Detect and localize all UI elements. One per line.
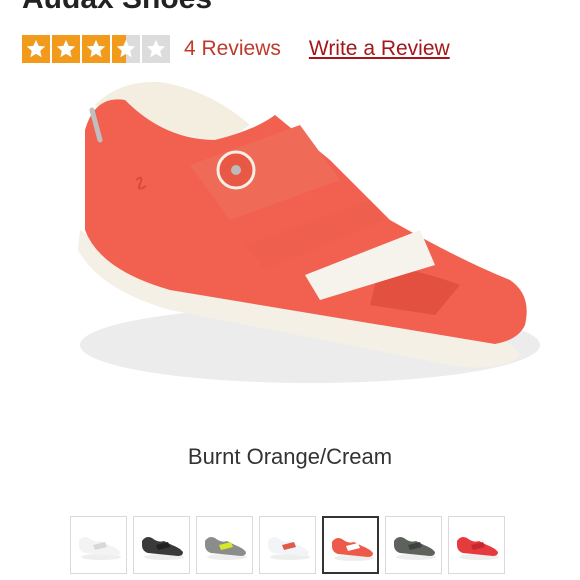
shoe-thumbnail-icon xyxy=(457,537,499,560)
star-icon xyxy=(22,35,50,63)
shoe-thumbnail-icon xyxy=(268,537,310,560)
color-swatch-thumbnail[interactable] xyxy=(133,516,190,574)
shoe-thumbnail-icon xyxy=(332,538,374,561)
star-icon xyxy=(112,35,140,63)
color-swatch-thumbnail[interactable] xyxy=(385,516,442,574)
color-swatch-thumbnail[interactable] xyxy=(196,516,253,574)
star-icon xyxy=(52,35,80,63)
color-swatch-thumbnail[interactable] xyxy=(322,516,379,574)
color-swatch-thumbnail[interactable] xyxy=(259,516,316,574)
color-swatch-thumbnail[interactable] xyxy=(448,516,505,574)
shoe-thumbnail-icon xyxy=(142,537,184,560)
shoe-image xyxy=(78,81,540,383)
selected-color-label: Burnt Orange/Cream xyxy=(187,444,393,469)
star-icon xyxy=(142,35,170,63)
star-icon xyxy=(82,35,110,63)
product-image xyxy=(40,70,540,410)
shoe-thumbnail-icon xyxy=(394,537,436,560)
star-rating xyxy=(22,35,170,63)
rating-row: 4 Reviews Write a Review xyxy=(22,34,450,64)
shoe-thumbnail-icon xyxy=(205,537,247,560)
reviews-count-link[interactable]: 4 Reviews xyxy=(184,37,281,61)
product-title: Audax Shoes xyxy=(22,0,212,16)
write-review-link[interactable]: Write a Review xyxy=(309,37,450,61)
color-swatch-list xyxy=(70,516,505,574)
color-swatch-thumbnail[interactable] xyxy=(70,516,127,574)
shoe-thumbnail-icon xyxy=(79,537,121,560)
